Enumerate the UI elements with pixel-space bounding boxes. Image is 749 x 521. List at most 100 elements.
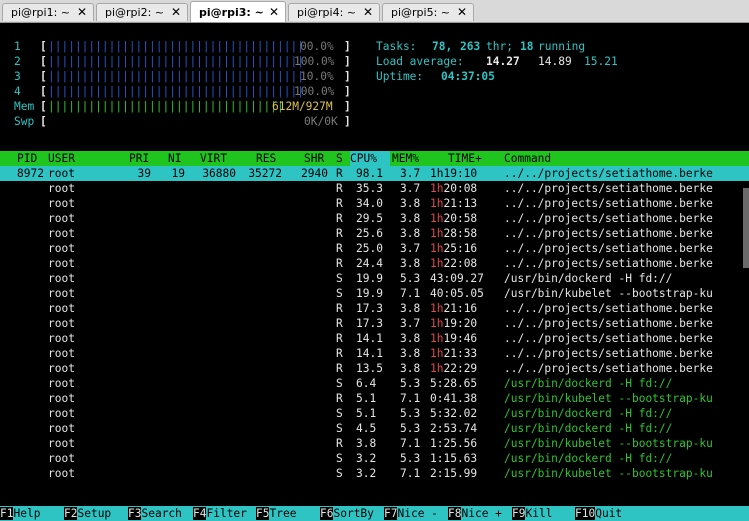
fkey-sortby[interactable]: F6SortBy bbox=[320, 506, 374, 521]
fkey-key: F6 bbox=[320, 507, 334, 520]
threads-count: 263 bbox=[460, 40, 481, 53]
col-shr[interactable]: SHR bbox=[304, 151, 324, 166]
close-icon[interactable]: ✕ bbox=[363, 4, 373, 21]
cell-cpu: 98.1 bbox=[356, 167, 383, 180]
tab-rpi1[interactable]: pi@rpi1: ~ ✕ bbox=[2, 3, 94, 21]
running-count: 18 bbox=[520, 40, 534, 53]
tab-rpi2[interactable]: pi@rpi2: ~ ✕ bbox=[96, 3, 188, 21]
cell-user: root bbox=[48, 227, 75, 240]
close-icon[interactable]: ✕ bbox=[457, 4, 467, 21]
cell-cmd: ../../projects/setiathome.berke bbox=[504, 332, 713, 345]
cell-cmd: ../../projects/setiathome.berke bbox=[504, 257, 713, 270]
col-mem[interactable]: MEM% bbox=[392, 151, 419, 166]
close-icon[interactable]: ✕ bbox=[77, 4, 87, 21]
cell-mem: 5.3 bbox=[400, 272, 421, 285]
tab-bar: pi@rpi1: ~ ✕ pi@rpi2: ~ ✕ pi@rpi3: ~ ✕ pi@r… bbox=[0, 0, 749, 23]
cell-mem: 7.1 bbox=[400, 287, 421, 300]
cell-cpu: 19.9 bbox=[356, 272, 383, 285]
col-ni[interactable]: NI bbox=[168, 151, 181, 166]
time-rest: 19:46 bbox=[443, 332, 478, 345]
cpu-bar: |||||||||||||||||||||||||||||||||||||| bbox=[48, 40, 304, 53]
cell-time: 1h19:20 bbox=[430, 316, 477, 331]
time-hours: 1h bbox=[430, 362, 444, 375]
cpu-value: 100.0% bbox=[294, 55, 335, 68]
fkey-quit[interactable]: F10Quit bbox=[575, 506, 622, 521]
close-icon[interactable]: ✕ bbox=[171, 4, 181, 21]
cell-cpu: 25.0 bbox=[356, 242, 383, 255]
cell-cmd: /usr/bin/dockerd -H fd:// bbox=[504, 452, 673, 465]
scrollbar[interactable] bbox=[743, 188, 749, 268]
fkey-key: F3 bbox=[128, 507, 142, 520]
fkey-nice[interactable]: F7Nice - bbox=[384, 506, 438, 521]
tab-label: pi@rpi4: ~ bbox=[297, 6, 357, 19]
fkey-kill[interactable]: F9Kill bbox=[512, 506, 552, 521]
fkey-search[interactable]: F3Search bbox=[128, 506, 182, 521]
tab-rpi3[interactable]: pi@rpi3: ~ ✕ bbox=[190, 1, 286, 22]
tab-rpi4[interactable]: pi@rpi4: ~ ✕ bbox=[288, 3, 380, 21]
cell-cpu: 3.2 bbox=[356, 467, 377, 480]
fkey-label: Setup bbox=[77, 507, 112, 520]
tab-rpi5[interactable]: pi@rpi5: ~ ✕ bbox=[382, 3, 474, 21]
cell-time: 1h20:08 bbox=[430, 181, 477, 196]
cell-s: R bbox=[336, 182, 343, 195]
close-icon[interactable]: ✕ bbox=[269, 2, 279, 23]
cell-user: root bbox=[48, 317, 75, 330]
bracket: [ bbox=[40, 40, 47, 53]
fkey-key: F10 bbox=[575, 507, 596, 520]
col-cpu[interactable]: CPU% bbox=[350, 151, 390, 166]
cell-pri: 39 bbox=[137, 167, 151, 180]
cell-cpu: 4.5 bbox=[356, 422, 377, 435]
fkey-tree[interactable]: F5Tree bbox=[256, 506, 296, 521]
fkey-label: Help bbox=[13, 507, 41, 520]
cell-virt: 36880 bbox=[202, 167, 236, 180]
col-time[interactable]: TIME+ bbox=[448, 151, 482, 166]
fkey-key: F1 bbox=[0, 507, 14, 520]
terminal[interactable]: 1 [ ||||||||||||||||||||||||||||||||||||… bbox=[0, 23, 749, 517]
cell-user: root bbox=[48, 332, 75, 345]
cpu-bar: |||||||||||||||||||||||||||||||||||||| bbox=[48, 85, 304, 98]
fkey-nice[interactable]: F8Nice + bbox=[448, 506, 502, 521]
fkey-setup[interactable]: F2Setup bbox=[64, 506, 111, 521]
uptime-line: Uptime: 04:37:05 bbox=[0, 69, 495, 84]
cell-user: root bbox=[48, 272, 75, 285]
col-pri[interactable]: PRI bbox=[129, 151, 149, 166]
time-rest: 22:29 bbox=[443, 362, 478, 375]
cell-cpu: 13.5 bbox=[356, 362, 383, 375]
cpu-value: 10.0% bbox=[300, 70, 334, 83]
cell-cpu: 6.4 bbox=[356, 377, 377, 390]
cell-cpu: 19.9 bbox=[356, 287, 383, 300]
col-state[interactable]: S bbox=[336, 151, 343, 166]
cell-cmd: /usr/bin/dockerd -H fd:// bbox=[504, 422, 673, 435]
col-virt[interactable]: VIRT bbox=[200, 151, 227, 166]
cell-user: root bbox=[48, 407, 75, 420]
fkey-label: Search bbox=[141, 507, 182, 520]
col-user[interactable]: USER bbox=[48, 151, 75, 166]
fkey-filter[interactable]: F4Filter bbox=[193, 506, 247, 521]
time-rest: 19:20 bbox=[443, 317, 478, 330]
cell-cpu: 14.1 bbox=[356, 347, 383, 360]
cell-cpu: 17.3 bbox=[356, 317, 383, 330]
swp-value: 0K/0K bbox=[304, 115, 338, 128]
col-pid[interactable]: PID bbox=[17, 151, 37, 166]
col-res[interactable]: RES bbox=[256, 151, 276, 166]
uptime-label: Uptime: bbox=[376, 70, 424, 83]
cell-time: 1h20:58 bbox=[430, 211, 477, 226]
cell-ni: 19 bbox=[171, 167, 185, 180]
cell-cmd: ../../projects/setiathome.berke bbox=[504, 347, 713, 360]
fkey-help[interactable]: F1Help bbox=[0, 506, 40, 521]
cell-time: 43:09.27 bbox=[430, 272, 484, 285]
table-row[interactable]: 8972 root 39 19 36880 35272 2940 R 98.1 3.7 1h19:1… bbox=[0, 166, 749, 181]
cell-cmd: ../../projects/setiathome.berke bbox=[504, 167, 713, 180]
cell-mem: 5.3 bbox=[400, 452, 421, 465]
cell-mem: 3.7 bbox=[400, 167, 421, 180]
cell-mem: 5.3 bbox=[400, 407, 421, 420]
cell-time: 1h21:13 bbox=[430, 196, 477, 211]
col-command[interactable]: Command bbox=[504, 151, 551, 166]
bracket: ] bbox=[344, 40, 351, 53]
time-rest: 21:33 bbox=[443, 347, 478, 360]
cell-time: 1h25:16 bbox=[430, 241, 477, 256]
cell-time: 0:41.38 bbox=[430, 392, 478, 405]
cell-s: R bbox=[336, 167, 343, 180]
cell-cpu: 24.4 bbox=[356, 257, 383, 270]
cell-user: root bbox=[48, 377, 75, 390]
